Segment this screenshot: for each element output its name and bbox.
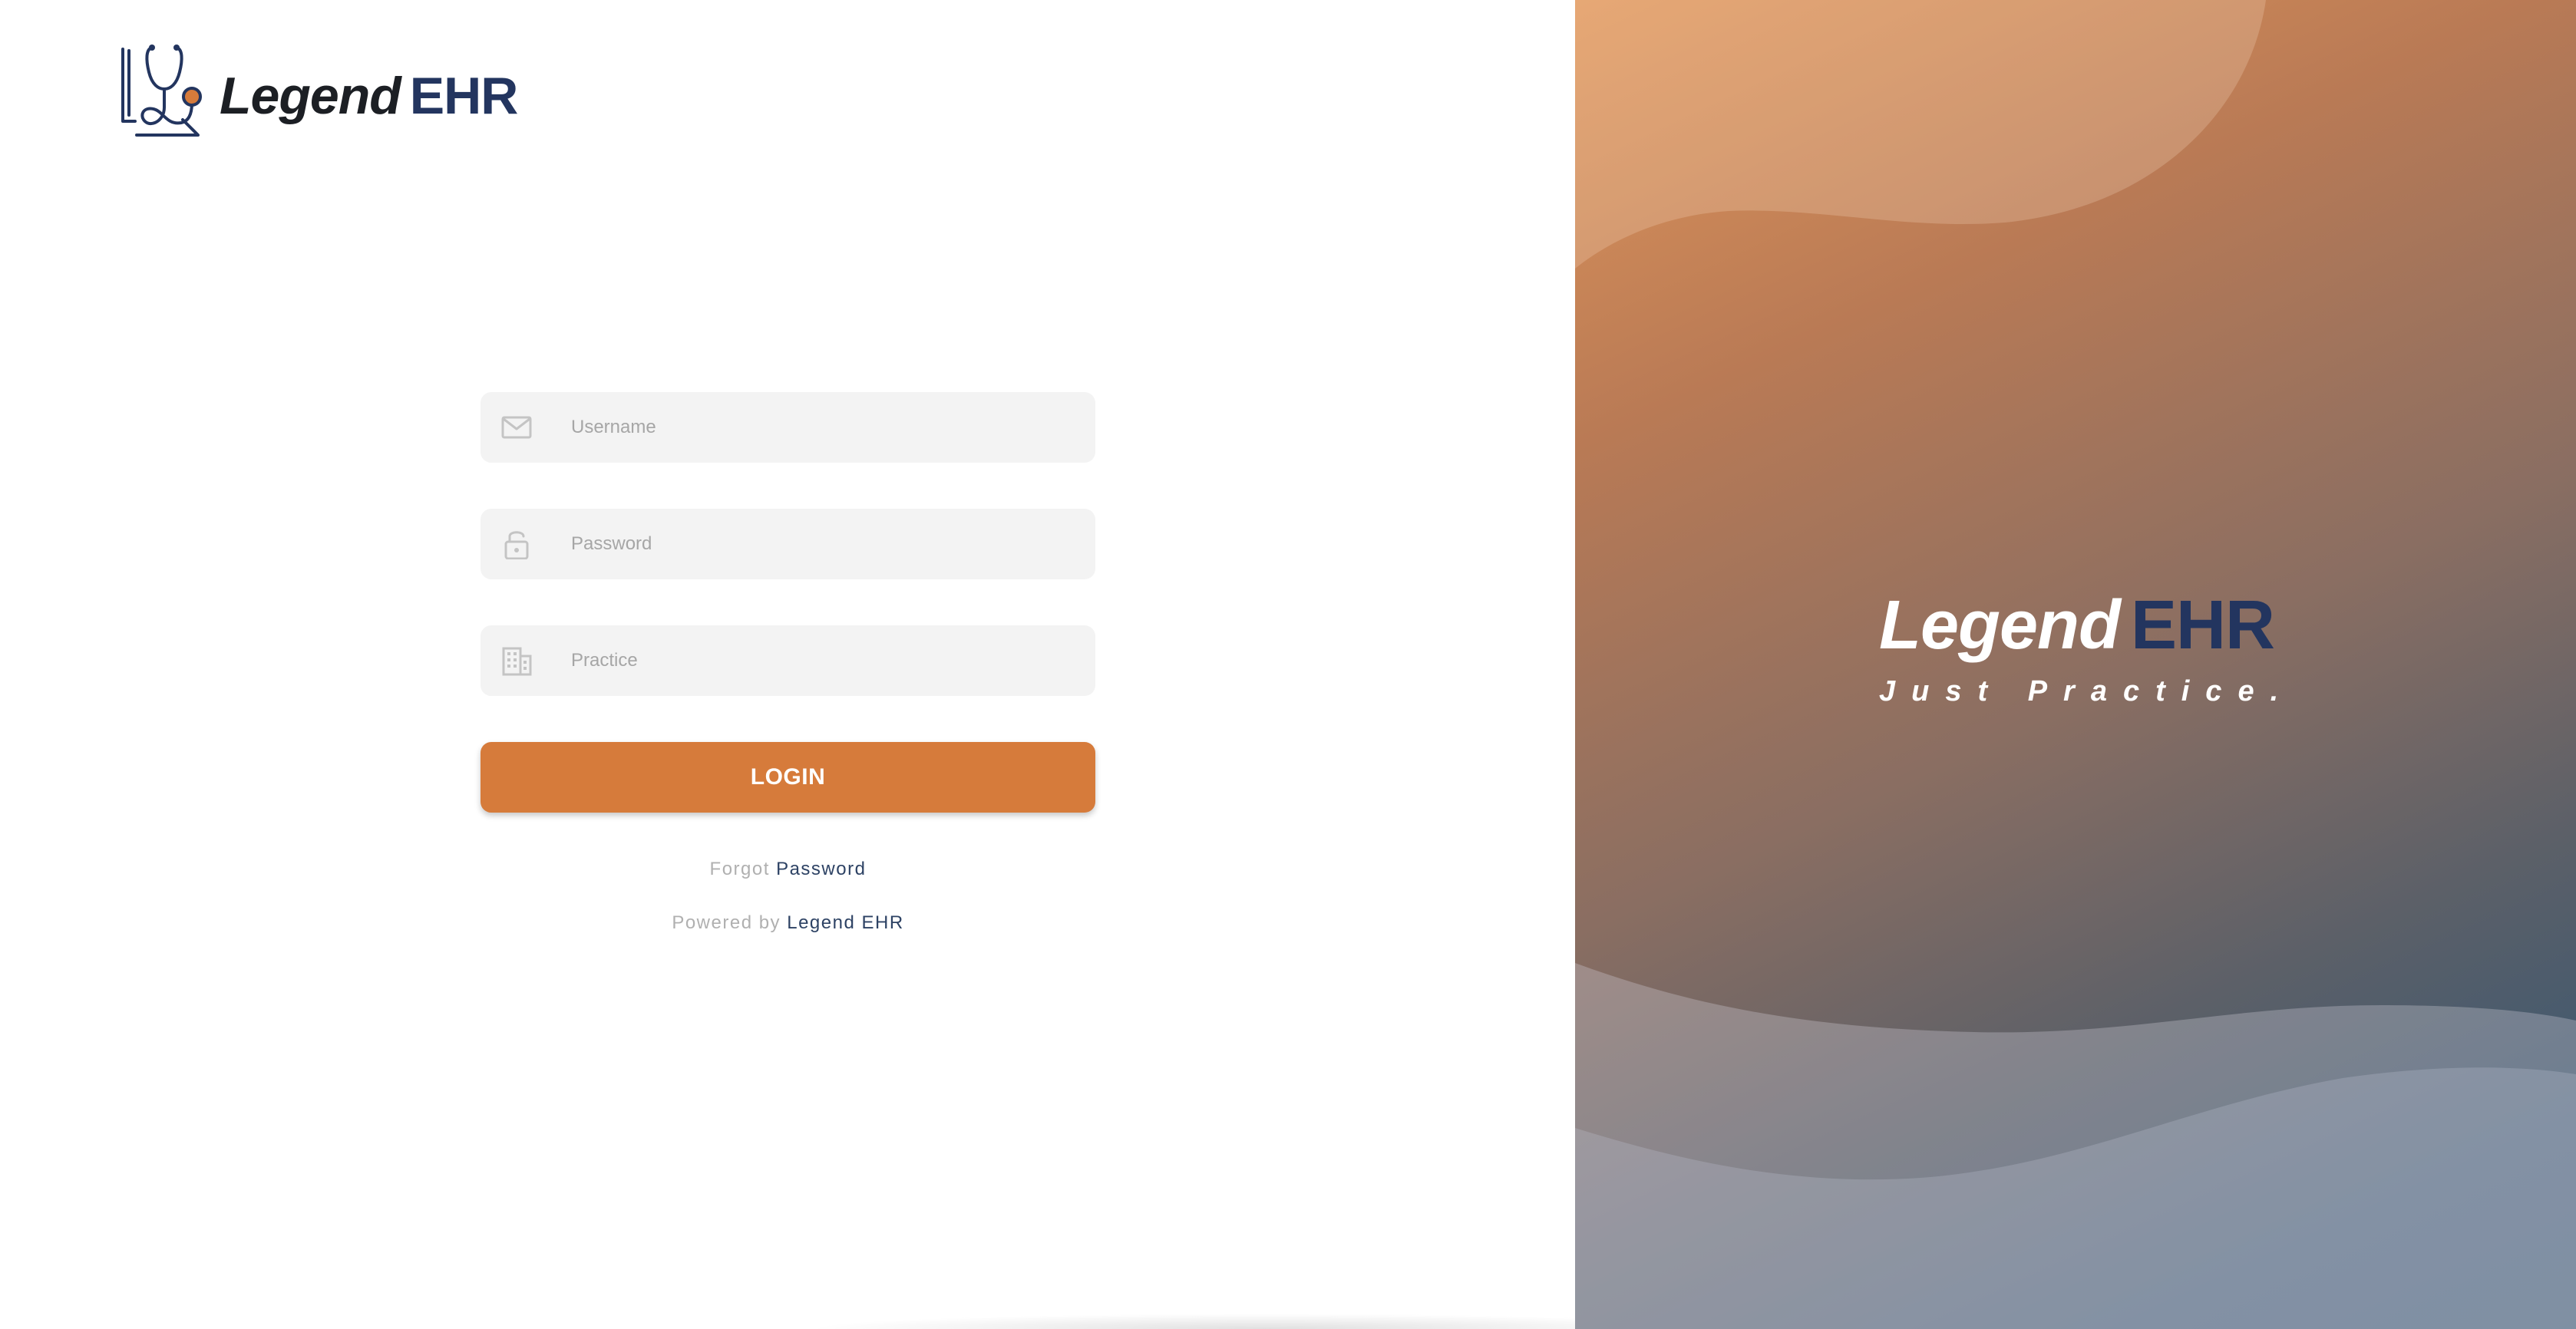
powered-by-link[interactable]: Legend EHR <box>787 912 903 933</box>
practice-field[interactable] <box>481 625 1095 696</box>
hero-title-legend: Legend <box>1879 587 2121 664</box>
login-button[interactable]: LOGIN <box>481 742 1095 813</box>
forgot-password-row: Forgot Password <box>481 859 1095 880</box>
forgot-prefix: Forgot <box>709 859 770 879</box>
brand-header: Legend EHR <box>118 43 519 143</box>
powered-by-row: Powered by Legend EHR <box>481 912 1095 934</box>
forgot-password-link[interactable]: Password <box>776 859 866 879</box>
building-icon <box>502 647 532 676</box>
mail-icon <box>501 416 532 439</box>
hero-branding: Legend EHR Just Practice. <box>1879 583 2416 708</box>
practice-input[interactable] <box>571 625 1078 696</box>
hero-panel: Legend EHR Just Practice. <box>1575 0 2576 1329</box>
lock-icon <box>504 531 529 559</box>
brand-wordmark: Legend EHR <box>220 66 519 126</box>
hero-title-ehr: EHR <box>2131 587 2275 664</box>
password-field[interactable] <box>481 509 1095 579</box>
brand-name-ehr: EHR <box>409 67 519 125</box>
password-input[interactable] <box>571 509 1078 579</box>
login-links: Forgot Password Powered by Legend EHR <box>481 859 1095 934</box>
login-form: LOGIN Forgot Password Powered by Legend … <box>481 392 1095 934</box>
username-input[interactable] <box>571 392 1078 463</box>
hero-title: Legend EHR <box>1879 583 2416 668</box>
login-page: Legend EHR Username Practice LOGIN Forgo… <box>0 0 2576 1329</box>
stethoscope-logo-icon <box>121 45 202 137</box>
login-panel: Legend EHR Username Practice LOGIN Forgo… <box>0 0 1727 1329</box>
hero-tagline: Just Practice. <box>1879 675 2295 707</box>
powered-by-prefix: Powered by <box>672 912 781 933</box>
brand-name-legend: Legend <box>220 67 401 125</box>
username-field[interactable] <box>481 392 1095 463</box>
